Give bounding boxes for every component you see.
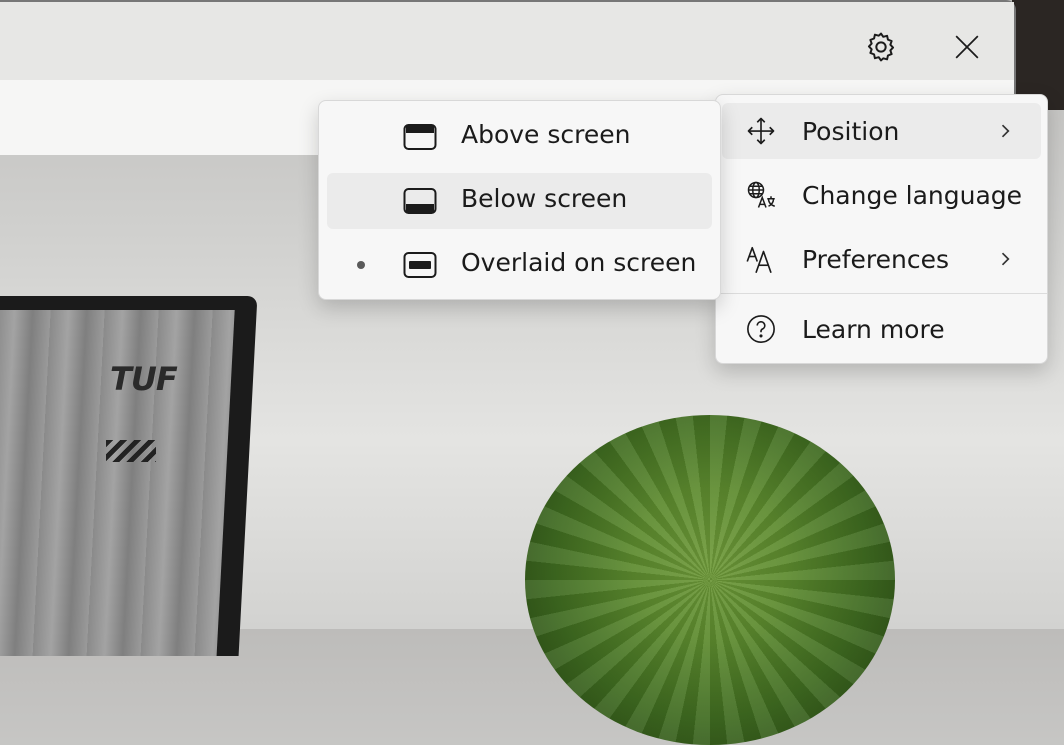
submenu-item-overlaid-on-screen[interactable]: Overlaid on screen [327, 237, 712, 293]
selected-indicator [357, 261, 365, 269]
help-icon [746, 314, 776, 344]
menu-item-position[interactable]: Position [722, 103, 1041, 159]
laptop-logo-stripes [106, 440, 156, 462]
menu-item-label: Learn more [802, 314, 945, 344]
gear-icon [867, 32, 895, 62]
chevron-right-icon [1001, 252, 1010, 266]
caption-top-icon [403, 124, 437, 150]
background-plant [525, 415, 895, 745]
menu-item-label: Position [802, 116, 900, 146]
menu-item-learn-more[interactable]: Learn more [722, 301, 1041, 357]
move-icon [746, 116, 776, 146]
chevron-right-icon [1001, 124, 1010, 138]
menu-item-preferences[interactable]: Preferences [722, 231, 1041, 287]
laptop-logo-text: TUF [110, 360, 178, 398]
font-size-icon [746, 244, 776, 274]
submenu-item-above-screen[interactable]: Above screen [327, 109, 712, 165]
submenu-item-label: Overlaid on screen [461, 248, 697, 277]
caption-bottom-icon [403, 188, 437, 214]
settings-menu: Position Change language Preferences Lea… [715, 94, 1048, 364]
submenu-item-below-screen[interactable]: Below screen [327, 173, 712, 229]
background-laptop [0, 296, 258, 656]
close-icon [955, 35, 979, 59]
menu-item-change-language[interactable]: Change language [722, 167, 1041, 223]
menu-item-label: Preferences [802, 244, 950, 274]
settings-button[interactable] [857, 23, 905, 71]
menu-separator [716, 293, 1047, 294]
caption-overlay-icon [403, 252, 437, 278]
language-icon [746, 180, 776, 210]
submenu-item-label: Below screen [461, 184, 628, 213]
close-button[interactable] [943, 23, 991, 71]
position-submenu: Above screen Below screen Overlaid on sc… [318, 100, 721, 300]
submenu-item-label: Above screen [461, 120, 631, 149]
menu-item-label: Change language [802, 180, 1023, 210]
